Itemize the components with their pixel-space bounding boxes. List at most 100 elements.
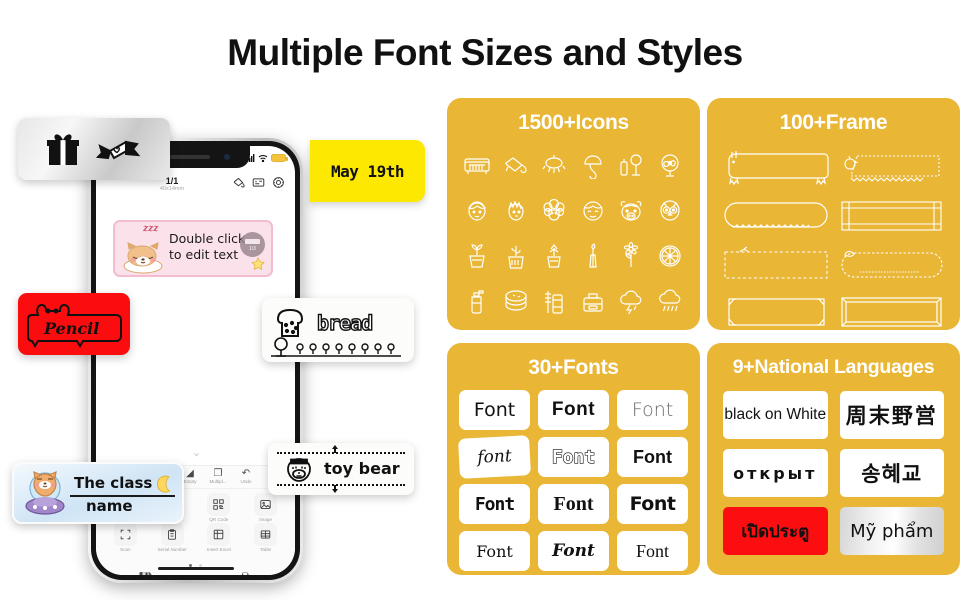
lang-sample-korean[interactable]: 송혜교: [839, 449, 944, 497]
font-sample-7[interactable]: Font: [459, 484, 530, 524]
date-label[interactable]: May 19th: [310, 140, 425, 202]
curly-hair-face-icon[interactable]: [536, 190, 573, 231]
pencil-label-text: Pencil: [44, 319, 100, 338]
storm-cloud-icon[interactable]: [613, 280, 650, 321]
font-sample-3[interactable]: Font: [617, 390, 688, 430]
insert-image[interactable]: Image: [242, 493, 289, 522]
image-icon: [254, 493, 278, 516]
lang-sample-russian[interactable]: открыт: [723, 449, 828, 497]
paint-pour-icon[interactable]: [498, 145, 535, 186]
dashed-bird-frame[interactable]: [721, 243, 831, 285]
insert-scan[interactable]: Scan: [102, 523, 149, 552]
icon-grid: [447, 135, 700, 321]
citrus-slice-icon[interactable]: [652, 235, 689, 276]
font-sample-4[interactable]: font: [458, 435, 531, 479]
rotate-scale-handle[interactable]: 1/3: [240, 232, 265, 257]
corner-ornament-frame[interactable]: [721, 291, 831, 333]
tiger-face-icon: [287, 458, 311, 482]
gift-box-icon: [47, 134, 79, 165]
succulent-pot-icon[interactable]: [536, 235, 573, 276]
font-sample-11[interactable]: Font: [538, 531, 609, 571]
font-sample-12[interactable]: Font: [617, 531, 688, 571]
cat-ufo-icon: [25, 471, 65, 515]
potted-plant-icon[interactable]: [459, 235, 496, 276]
chevron-double-down-icon[interactable]: ⌄: [192, 446, 201, 459]
settings-gear-icon[interactable]: [272, 176, 285, 194]
serial-number-icon: [160, 523, 184, 546]
bird-dotted-frame[interactable]: [837, 147, 946, 189]
insert-excel[interactable]: Insert Excel: [196, 523, 243, 552]
label-size-icon[interactable]: [252, 176, 265, 194]
toolbar-multiply[interactable]: ❐ Multipl...: [205, 468, 231, 485]
font-sample-10[interactable]: Font: [459, 531, 530, 571]
rain-cloud-icon[interactable]: [652, 280, 689, 321]
bread-label[interactable]: bread: [262, 298, 414, 362]
earpiece-speaker: [169, 155, 210, 159]
font-sample-6[interactable]: Font: [617, 437, 688, 477]
font-sample-2[interactable]: Font: [538, 390, 609, 430]
excel-icon: [207, 523, 231, 546]
lang-sample-japanese[interactable]: 周末野営: [839, 391, 944, 439]
toy-bear-label[interactable]: toy bear: [268, 443, 414, 495]
insert-image-label: Image: [259, 517, 273, 522]
font-sample-8[interactable]: Font: [538, 484, 609, 524]
battery-icon: [271, 154, 288, 162]
sofa-icon[interactable]: [459, 145, 496, 186]
printer-icon: 🖨: [238, 573, 252, 575]
status-indicators: [247, 154, 288, 162]
double-border-frame[interactable]: [837, 291, 946, 333]
smiling-face-icon[interactable]: [575, 190, 612, 231]
lunch-box-icon[interactable]: [575, 280, 612, 321]
toybear-top-dotted-border: [277, 452, 405, 454]
toolbar-empty-label: Empty: [183, 479, 197, 485]
floor-lamp-icon[interactable]: [613, 145, 650, 186]
lotion-bottle-icon[interactable]: [459, 280, 496, 321]
top-leaf-ornament-icon: [332, 445, 338, 453]
rounded-stitch-frame[interactable]: [721, 195, 831, 237]
electric-fan-icon[interactable]: [652, 145, 689, 186]
owl-face-icon[interactable]: [652, 190, 689, 231]
fonts-grid: Font Font Font font Font Font Font Font …: [447, 380, 700, 571]
toolbar-undo[interactable]: ↶ Undo: [233, 469, 259, 485]
save-button[interactable]: 💾 Save: [139, 573, 153, 575]
stacked-cookies-icon[interactable]: [498, 280, 535, 321]
font-sample-5[interactable]: Font: [538, 437, 609, 477]
lang-sample-vietnamese[interactable]: Mỹ phẩm: [839, 507, 944, 555]
insert-serial-number[interactable]: Serial Number: [149, 523, 196, 552]
table-lamp-icon[interactable]: [575, 145, 612, 186]
toolbar-undo-label: Undo: [240, 479, 252, 485]
zzz-text: zzz: [143, 224, 159, 234]
languages-grid: black on White 周末野営 открыт 송혜교 เปิดประตู…: [707, 379, 960, 555]
sprout-icon[interactable]: [575, 235, 612, 276]
paint-bucket-icon[interactable]: [232, 176, 245, 194]
copy-icon: ❐: [213, 468, 223, 480]
lang-sample-thai[interactable]: เปิดประตู: [723, 507, 828, 555]
soda-can-icon[interactable]: [536, 280, 573, 321]
wifi-icon: [258, 155, 268, 162]
leaf-pill-frame[interactable]: [837, 243, 946, 285]
spiky-hair-face-icon[interactable]: [498, 190, 535, 231]
tree-border-icon: [271, 337, 401, 357]
cow-face-icon[interactable]: [613, 190, 650, 231]
lang-sample-english[interactable]: black on White: [723, 391, 828, 439]
front-camera: [223, 154, 230, 160]
star-icon: [251, 257, 265, 271]
font-sample-9[interactable]: Font: [617, 484, 688, 524]
insert-table-label: Table: [260, 547, 272, 552]
editable-label-card[interactable]: zzz Double click to edit text 1/3: [113, 220, 273, 277]
insert-qrcode[interactable]: QR Code: [196, 493, 243, 522]
date-label-text: May 19th: [330, 161, 405, 181]
pencil-label[interactable]: Pencil: [18, 293, 130, 355]
print-button[interactable]: 🖨 Print: [238, 573, 252, 575]
panel-icons: 1500+Icons: [447, 98, 700, 330]
daisy-flower-icon[interactable]: [613, 235, 650, 276]
gift-candy-label[interactable]: [18, 118, 170, 180]
insert-table[interactable]: Table: [242, 523, 289, 552]
rabbit-frame[interactable]: [721, 147, 831, 189]
font-sample-1[interactable]: Font: [459, 390, 530, 430]
class-name-label[interactable]: The class name: [12, 462, 184, 524]
pendant-lamp-icon[interactable]: [536, 145, 573, 186]
cactus-pot-icon[interactable]: [498, 235, 535, 276]
double-line-frame[interactable]: [837, 195, 946, 237]
boy-face-icon[interactable]: [459, 190, 496, 231]
